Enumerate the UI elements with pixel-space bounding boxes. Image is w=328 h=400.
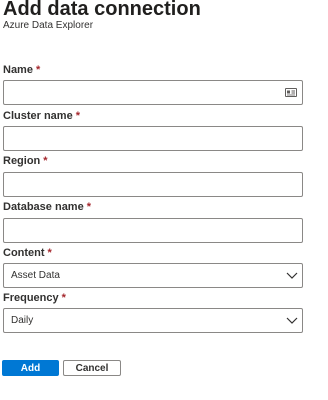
name-label-text: Name [3,64,33,76]
frequency-label-text: Frequency [3,292,59,304]
frequency-label: Frequency * [3,291,66,305]
cluster-name-field[interactable] [3,126,303,151]
region-input[interactable] [4,173,286,196]
content-selected-value: Asset Data [11,270,60,281]
required-marker: * [43,155,48,167]
content-label: Content * [3,246,52,260]
content-label-text: Content [3,247,45,259]
add-data-connection-panel: Add data connection Azure Data Explorer … [0,0,328,400]
cancel-button[interactable]: Cancel [63,360,121,376]
region-field[interactable] [3,172,303,197]
page-title: Add data connection [3,0,201,20]
name-input[interactable] [4,81,286,104]
required-marker: * [35,64,41,76]
database-name-field[interactable] [3,218,303,243]
name-label: Name * [3,63,40,77]
id-card-icon [285,88,297,97]
page-subtitle: Azure Data Explorer [3,20,94,31]
chevron-down-icon [286,317,298,324]
cluster-name-label-text: Cluster name [3,110,73,122]
required-marker: * [75,110,80,122]
database-name-label: Database name * [3,200,91,214]
frequency-dropdown[interactable]: Daily [3,308,303,333]
frequency-selected-value: Daily [11,315,34,326]
required-marker: * [61,292,66,304]
required-marker: * [47,247,52,259]
region-label: Region * [3,154,48,168]
name-field[interactable] [3,80,303,105]
region-label-text: Region [3,155,41,167]
cluster-name-label: Cluster name * [3,109,80,123]
chevron-down-icon [286,272,298,279]
add-button[interactable]: Add [2,360,59,376]
required-marker: * [86,201,91,213]
content-dropdown[interactable]: Asset Data [3,263,303,288]
cluster-name-input[interactable] [4,127,286,150]
database-name-label-text: Database name [3,201,84,213]
database-name-input[interactable] [4,219,286,242]
